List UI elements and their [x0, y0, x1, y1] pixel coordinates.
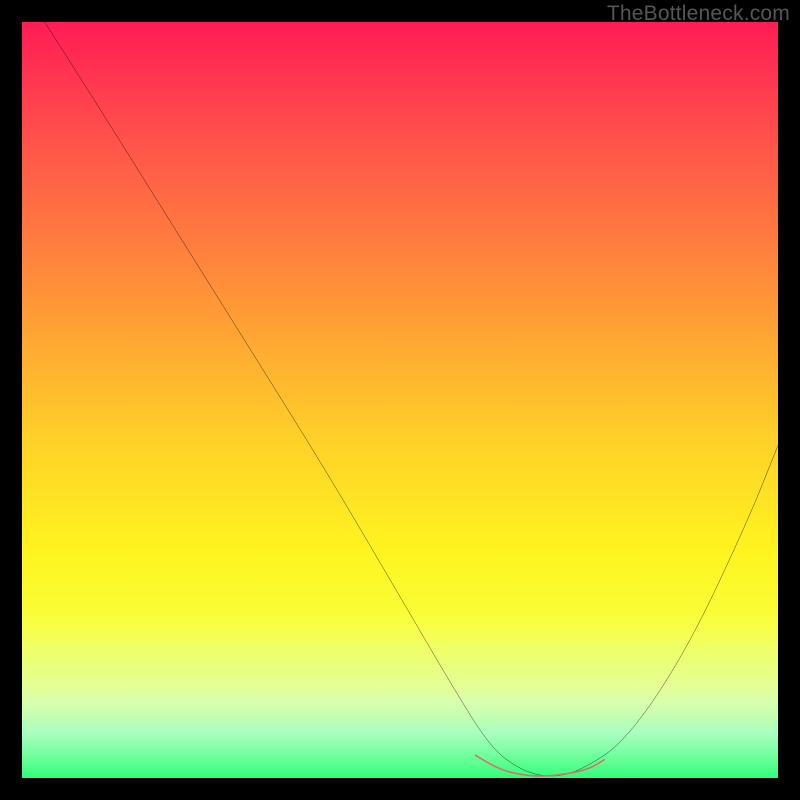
plot-area: [22, 22, 778, 778]
trough-highlight: [476, 755, 605, 776]
curve-layer: [22, 22, 778, 778]
chart-frame: TheBottleneck.com: [0, 0, 800, 800]
watermark-text: TheBottleneck.com: [607, 2, 790, 26]
bottleneck-curve: [45, 22, 778, 776]
